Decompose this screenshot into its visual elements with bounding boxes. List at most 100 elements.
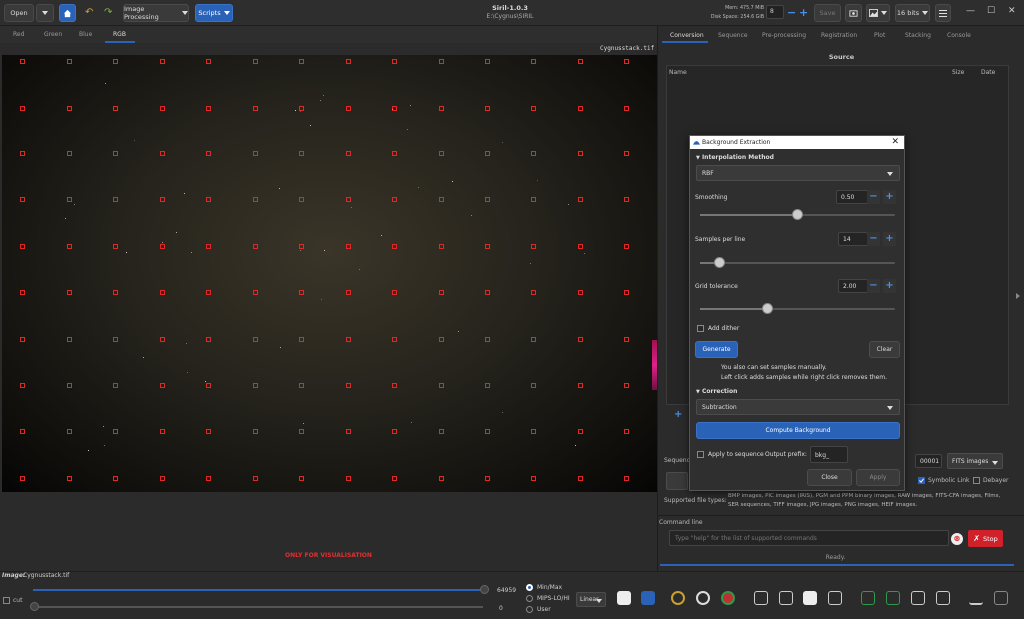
sample-point[interactable] (439, 337, 444, 342)
tab-registration[interactable]: Registration (821, 32, 857, 39)
sample-point[interactable] (485, 383, 490, 388)
maximize-button[interactable]: ☐ (987, 6, 995, 16)
interp-section-header[interactable]: ▼ Interpolation Method (696, 154, 774, 161)
sample-point[interactable] (578, 106, 583, 111)
sample-point[interactable] (624, 383, 629, 388)
sample-point[interactable] (160, 383, 165, 388)
sample-point[interactable] (439, 476, 444, 481)
sample-point[interactable] (299, 59, 304, 64)
tab-plot[interactable]: Plot (874, 32, 885, 39)
generate-button[interactable]: Generate (695, 341, 738, 358)
slider-knob[interactable] (762, 303, 774, 314)
sample-point[interactable] (531, 106, 536, 111)
slider-knob[interactable] (713, 257, 725, 268)
sample-point[interactable] (160, 59, 165, 64)
scripts-menu[interactable]: Scripts (195, 4, 233, 22)
correction-section-header[interactable]: ▼ Correction (696, 388, 737, 395)
symbolic-link-checkbox[interactable] (918, 477, 925, 484)
low-slider-knob[interactable] (30, 602, 39, 611)
sample-point[interactable] (531, 197, 536, 202)
sample-point[interactable] (113, 429, 118, 434)
sample-point[interactable] (346, 197, 351, 202)
output-prefix-field[interactable]: bkg_ (810, 446, 848, 463)
panel-toggle-icon[interactable] (1016, 293, 1020, 299)
sample-point[interactable] (113, 197, 118, 202)
sample-point[interactable] (531, 337, 536, 342)
sample-point[interactable] (67, 151, 72, 156)
rotate-left-icon[interactable] (861, 591, 875, 605)
sample-point[interactable] (253, 151, 258, 156)
high-slider[interactable] (33, 589, 483, 591)
sample-point[interactable] (299, 337, 304, 342)
sample-point[interactable] (624, 476, 629, 481)
sample-point[interactable] (20, 383, 25, 388)
photo-menu-button[interactable] (866, 4, 890, 22)
minmax-radio[interactable] (526, 584, 533, 591)
apply-to-sequence-checkbox[interactable] (697, 451, 704, 458)
interpolation-method-combo[interactable]: RBF (696, 165, 900, 181)
sample-point[interactable] (253, 290, 258, 295)
sample-point[interactable] (624, 244, 629, 249)
tab-green[interactable]: Green (44, 31, 62, 38)
sample-point[interactable] (346, 383, 351, 388)
sample-point[interactable] (624, 290, 629, 295)
sample-point[interactable] (299, 244, 304, 249)
stretch-icon[interactable] (994, 591, 1008, 605)
smoothing-decrease-button[interactable]: − (867, 190, 880, 204)
wcs-grid-icon[interactable] (721, 591, 735, 605)
sample-point[interactable] (392, 429, 397, 434)
sample-point[interactable] (160, 429, 165, 434)
sample-point[interactable] (392, 476, 397, 481)
zoom-in-icon[interactable] (779, 591, 793, 605)
tab-sequence[interactable]: Sequence (718, 32, 748, 39)
sample-point[interactable] (20, 197, 25, 202)
sample-point[interactable] (113, 244, 118, 249)
high-value[interactable]: 64959 (497, 587, 516, 594)
undo-icon[interactable]: ↶ (85, 7, 93, 18)
tab-preprocessing[interactable]: Pre-processing (762, 32, 806, 39)
redo-icon[interactable]: ↷ (104, 7, 112, 18)
sample-point[interactable] (67, 429, 72, 434)
sample-point[interactable] (160, 197, 165, 202)
sample-point[interactable] (67, 476, 72, 481)
grid-tolerance-field[interactable]: 2.00 (838, 279, 868, 293)
sample-point[interactable] (392, 290, 397, 295)
sample-point[interactable] (20, 290, 25, 295)
output-format-combo[interactable]: FITS images (947, 453, 1003, 469)
threads-decrease-button[interactable]: − (787, 7, 796, 18)
sample-point[interactable] (485, 476, 490, 481)
tolerance-increase-button[interactable]: + (883, 279, 896, 293)
samples-increase-button[interactable]: + (883, 232, 896, 246)
sample-point[interactable] (67, 106, 72, 111)
recent-files-dropdown[interactable] (36, 4, 54, 22)
sample-point[interactable] (253, 429, 258, 434)
sample-point[interactable] (113, 106, 118, 111)
sample-point[interactable] (578, 476, 583, 481)
correction-combo[interactable]: Subtraction (696, 399, 900, 415)
sample-point[interactable] (439, 429, 444, 434)
sample-point[interactable] (531, 476, 536, 481)
sample-point[interactable] (253, 244, 258, 249)
sample-point[interactable] (67, 290, 72, 295)
clear-command-icon[interactable]: ⊗ (951, 533, 963, 545)
sample-point[interactable] (346, 244, 351, 249)
sample-point[interactable] (160, 290, 165, 295)
high-slider-knob[interactable] (480, 585, 489, 594)
negative-view-icon[interactable] (617, 591, 631, 605)
close-icon[interactable]: ✕ (891, 137, 899, 147)
sample-point[interactable] (531, 244, 536, 249)
sample-point[interactable] (485, 106, 490, 111)
false-color-icon[interactable] (641, 591, 655, 605)
sample-point[interactable] (578, 429, 583, 434)
column-size[interactable]: Size (952, 69, 964, 76)
column-name[interactable]: Name (669, 69, 687, 76)
sample-point[interactable] (439, 151, 444, 156)
command-input[interactable]: Type "help" for the list of supported co… (669, 530, 949, 546)
mirror-y-icon[interactable] (936, 591, 950, 605)
sample-point[interactable] (67, 197, 72, 202)
home-button[interactable] (59, 4, 76, 22)
sample-point[interactable] (299, 290, 304, 295)
sample-point[interactable] (624, 59, 629, 64)
sample-point[interactable] (624, 106, 629, 111)
sample-point[interactable] (20, 244, 25, 249)
